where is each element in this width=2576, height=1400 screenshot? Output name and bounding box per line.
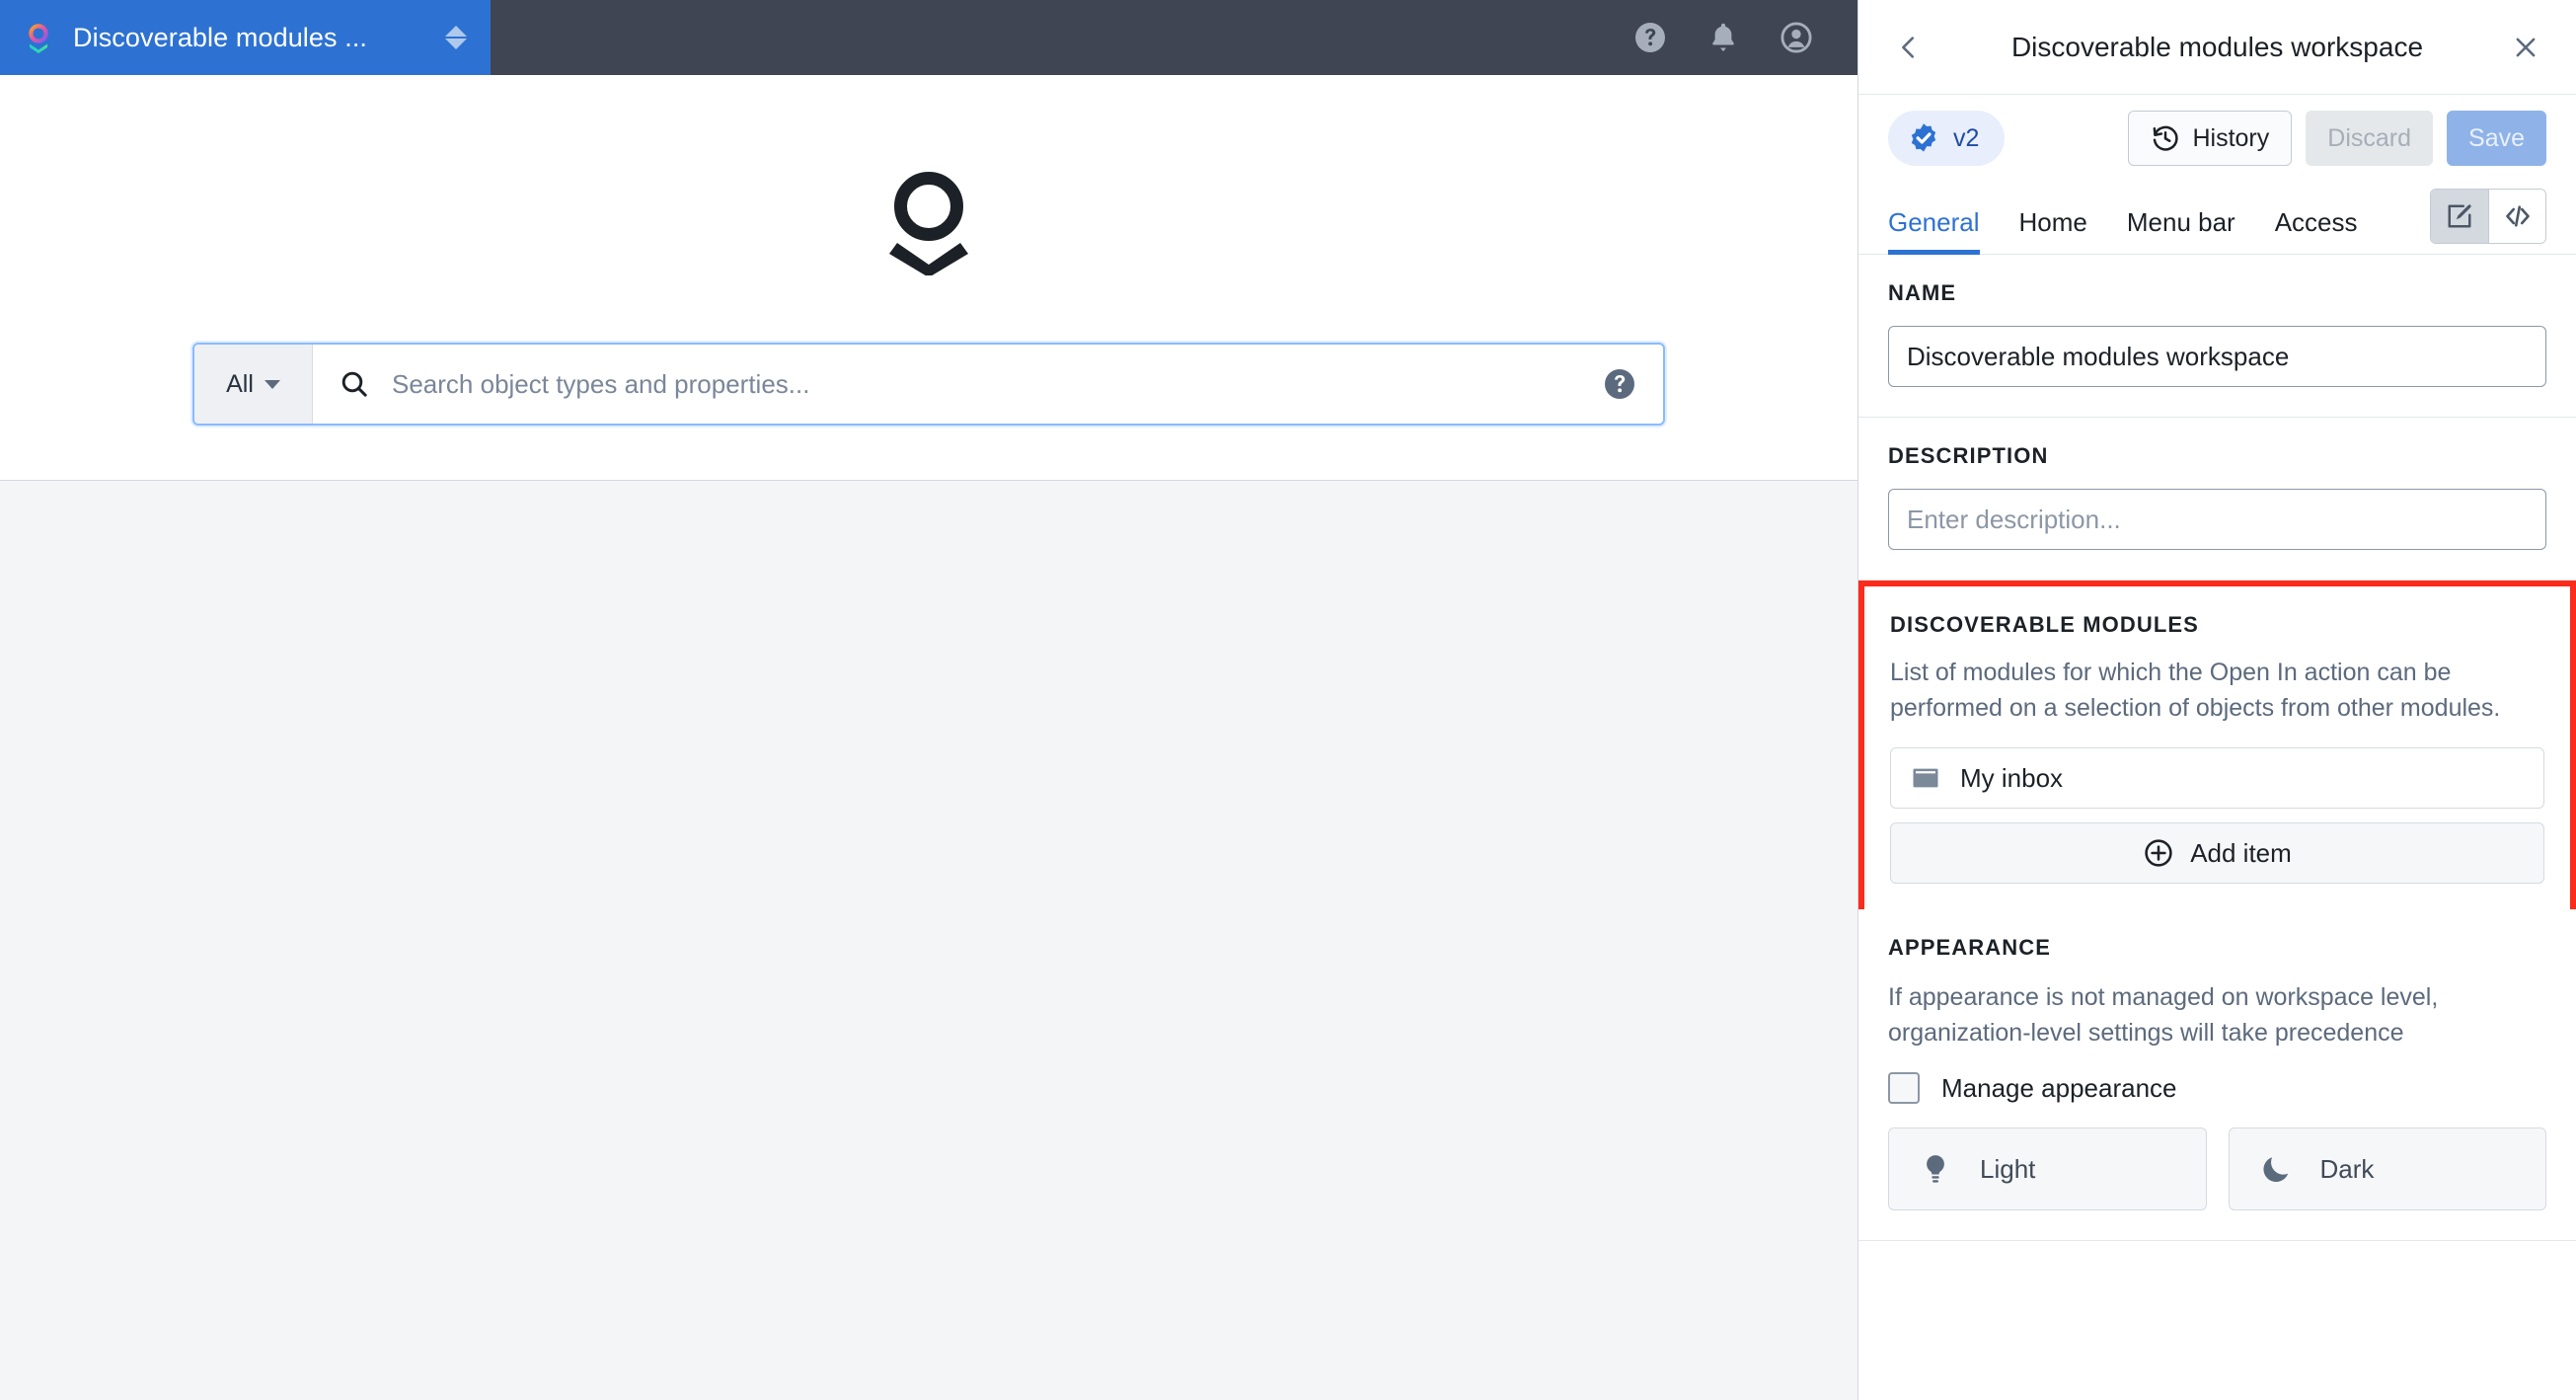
verified-check-badge-icon: [1911, 123, 1936, 152]
ring-chevron-logo-icon: [22, 21, 55, 54]
question-circle-icon[interactable]: [1602, 366, 1637, 402]
history-label: History: [2192, 123, 2270, 152]
search-input[interactable]: Search object types and properties...: [313, 345, 1663, 424]
code-brackets-icon: [2505, 205, 2530, 227]
close-x-icon: [2516, 38, 2536, 56]
design-edit-icon: [2448, 204, 2471, 228]
description-input[interactable]: Enter description...: [1888, 489, 2546, 550]
theme-dark-button[interactable]: Dark: [2228, 1128, 2546, 1210]
view-mode-toggle: [2430, 189, 2546, 244]
manage-appearance-checkbox-row[interactable]: Manage appearance: [1888, 1072, 2546, 1104]
description-section: DESCRIPTION Enter description...: [1858, 418, 2576, 581]
workspace-tab-label: Discoverable modules ...: [73, 22, 368, 52]
save-button[interactable]: Save: [2447, 111, 2546, 166]
search-input-placeholder: Search object types and properties...: [392, 368, 810, 399]
up-down-arrows-icon[interactable]: [443, 21, 469, 54]
question-circle-icon[interactable]: [1627, 14, 1674, 61]
panel-title: Discoverable modules workspace: [2010, 31, 2424, 62]
discoverable-modules-description: List of modules for which the Open In ac…: [1890, 659, 2501, 722]
tab-home[interactable]: Home: [2000, 207, 2107, 254]
settings-panel: Discoverable modules workspace v2 Histor…: [1857, 0, 2576, 1400]
code-view-button[interactable]: [2488, 190, 2545, 243]
lightbulb-icon: [1927, 1155, 1944, 1183]
save-label: Save: [2468, 123, 2525, 152]
appearance-section-title: APPEARANCE: [1888, 935, 2052, 960]
workspace-tab[interactable]: Discoverable modules ...: [0, 0, 491, 75]
user-avatar-icon[interactable]: [1773, 14, 1820, 61]
theme-light-label: Light: [1980, 1153, 2036, 1184]
appearance-section: APPEARANCE If appearance is not managed …: [1858, 909, 2576, 1241]
tab-menu-bar[interactable]: Menu bar: [2107, 207, 2255, 254]
chevron-down-icon: [264, 379, 280, 389]
manage-appearance-checkbox[interactable]: [1888, 1072, 1920, 1104]
chevron-left-icon: [1902, 36, 1915, 58]
top-bar: Discoverable modules ...: [0, 0, 1857, 75]
app-root: Discoverable modules ... All Search obje…: [0, 0, 2576, 1400]
discoverable-modules-title: DISCOVERABLE MODULES: [1890, 612, 2199, 637]
back-button[interactable]: [1888, 27, 1930, 68]
moon-icon: [2262, 1157, 2288, 1183]
theme-options: Light Dark: [1888, 1128, 2546, 1210]
name-section: NAME Discoverable modules workspace: [1858, 255, 2576, 418]
results-area: [0, 481, 1857, 1400]
plus-circle-icon: [2145, 839, 2172, 867]
panel-body: NAME Discoverable modules workspace DESC…: [1858, 255, 2576, 1400]
list-item-label: My inbox: [1960, 762, 2064, 793]
name-section-title: NAME: [1888, 280, 1957, 305]
panel-header: Discoverable modules workspace: [1858, 0, 2576, 95]
panel-tabs: General Home Menu bar Access: [1858, 182, 2576, 255]
version-badge[interactable]: v2: [1888, 111, 2006, 166]
close-button[interactable]: [2505, 27, 2546, 68]
search-zone: All Search object types and properties..…: [0, 75, 1857, 481]
bell-icon[interactable]: [1700, 14, 1747, 61]
search-scope-dropdown[interactable]: All: [194, 345, 313, 424]
add-item-button[interactable]: Add item: [1890, 822, 2544, 884]
tab-general[interactable]: General: [1888, 207, 2000, 255]
version-label: v2: [1953, 123, 1980, 152]
theme-dark-label: Dark: [2319, 1153, 2375, 1184]
search-bar: All Search object types and properties..…: [192, 343, 1665, 426]
manage-appearance-label: Manage appearance: [1941, 1072, 2177, 1103]
appearance-description: If appearance is not managed on workspac…: [1888, 983, 2439, 1047]
history-clock-icon: [2154, 125, 2179, 151]
history-button[interactable]: History: [2128, 111, 2293, 166]
add-item-label: Add item: [2190, 837, 2292, 868]
list-item[interactable]: My inbox: [1890, 747, 2544, 809]
discard-label: Discard: [2327, 123, 2412, 152]
magnifier-icon: [341, 371, 367, 397]
tab-access[interactable]: Access: [2255, 207, 2378, 254]
discard-button[interactable]: Discard: [2306, 111, 2434, 166]
discoverable-modules-section: DISCOVERABLE MODULES List of modules for…: [1858, 581, 2576, 909]
panel-toolbar: v2 History Discard Save: [1858, 95, 2576, 182]
search-scope-label: All: [226, 369, 254, 398]
main-area: Discoverable modules ... All Search obje…: [0, 0, 1857, 1400]
topbar-icon-group: [1627, 0, 1857, 75]
ring-chevron-logo-icon: [871, 167, 987, 277]
design-view-button[interactable]: [2431, 190, 2488, 243]
name-input[interactable]: Discoverable modules workspace: [1888, 326, 2546, 387]
theme-light-button[interactable]: Light: [1888, 1128, 2207, 1210]
inbox-panel-icon: [1913, 768, 1938, 788]
description-section-title: DESCRIPTION: [1888, 443, 2049, 468]
